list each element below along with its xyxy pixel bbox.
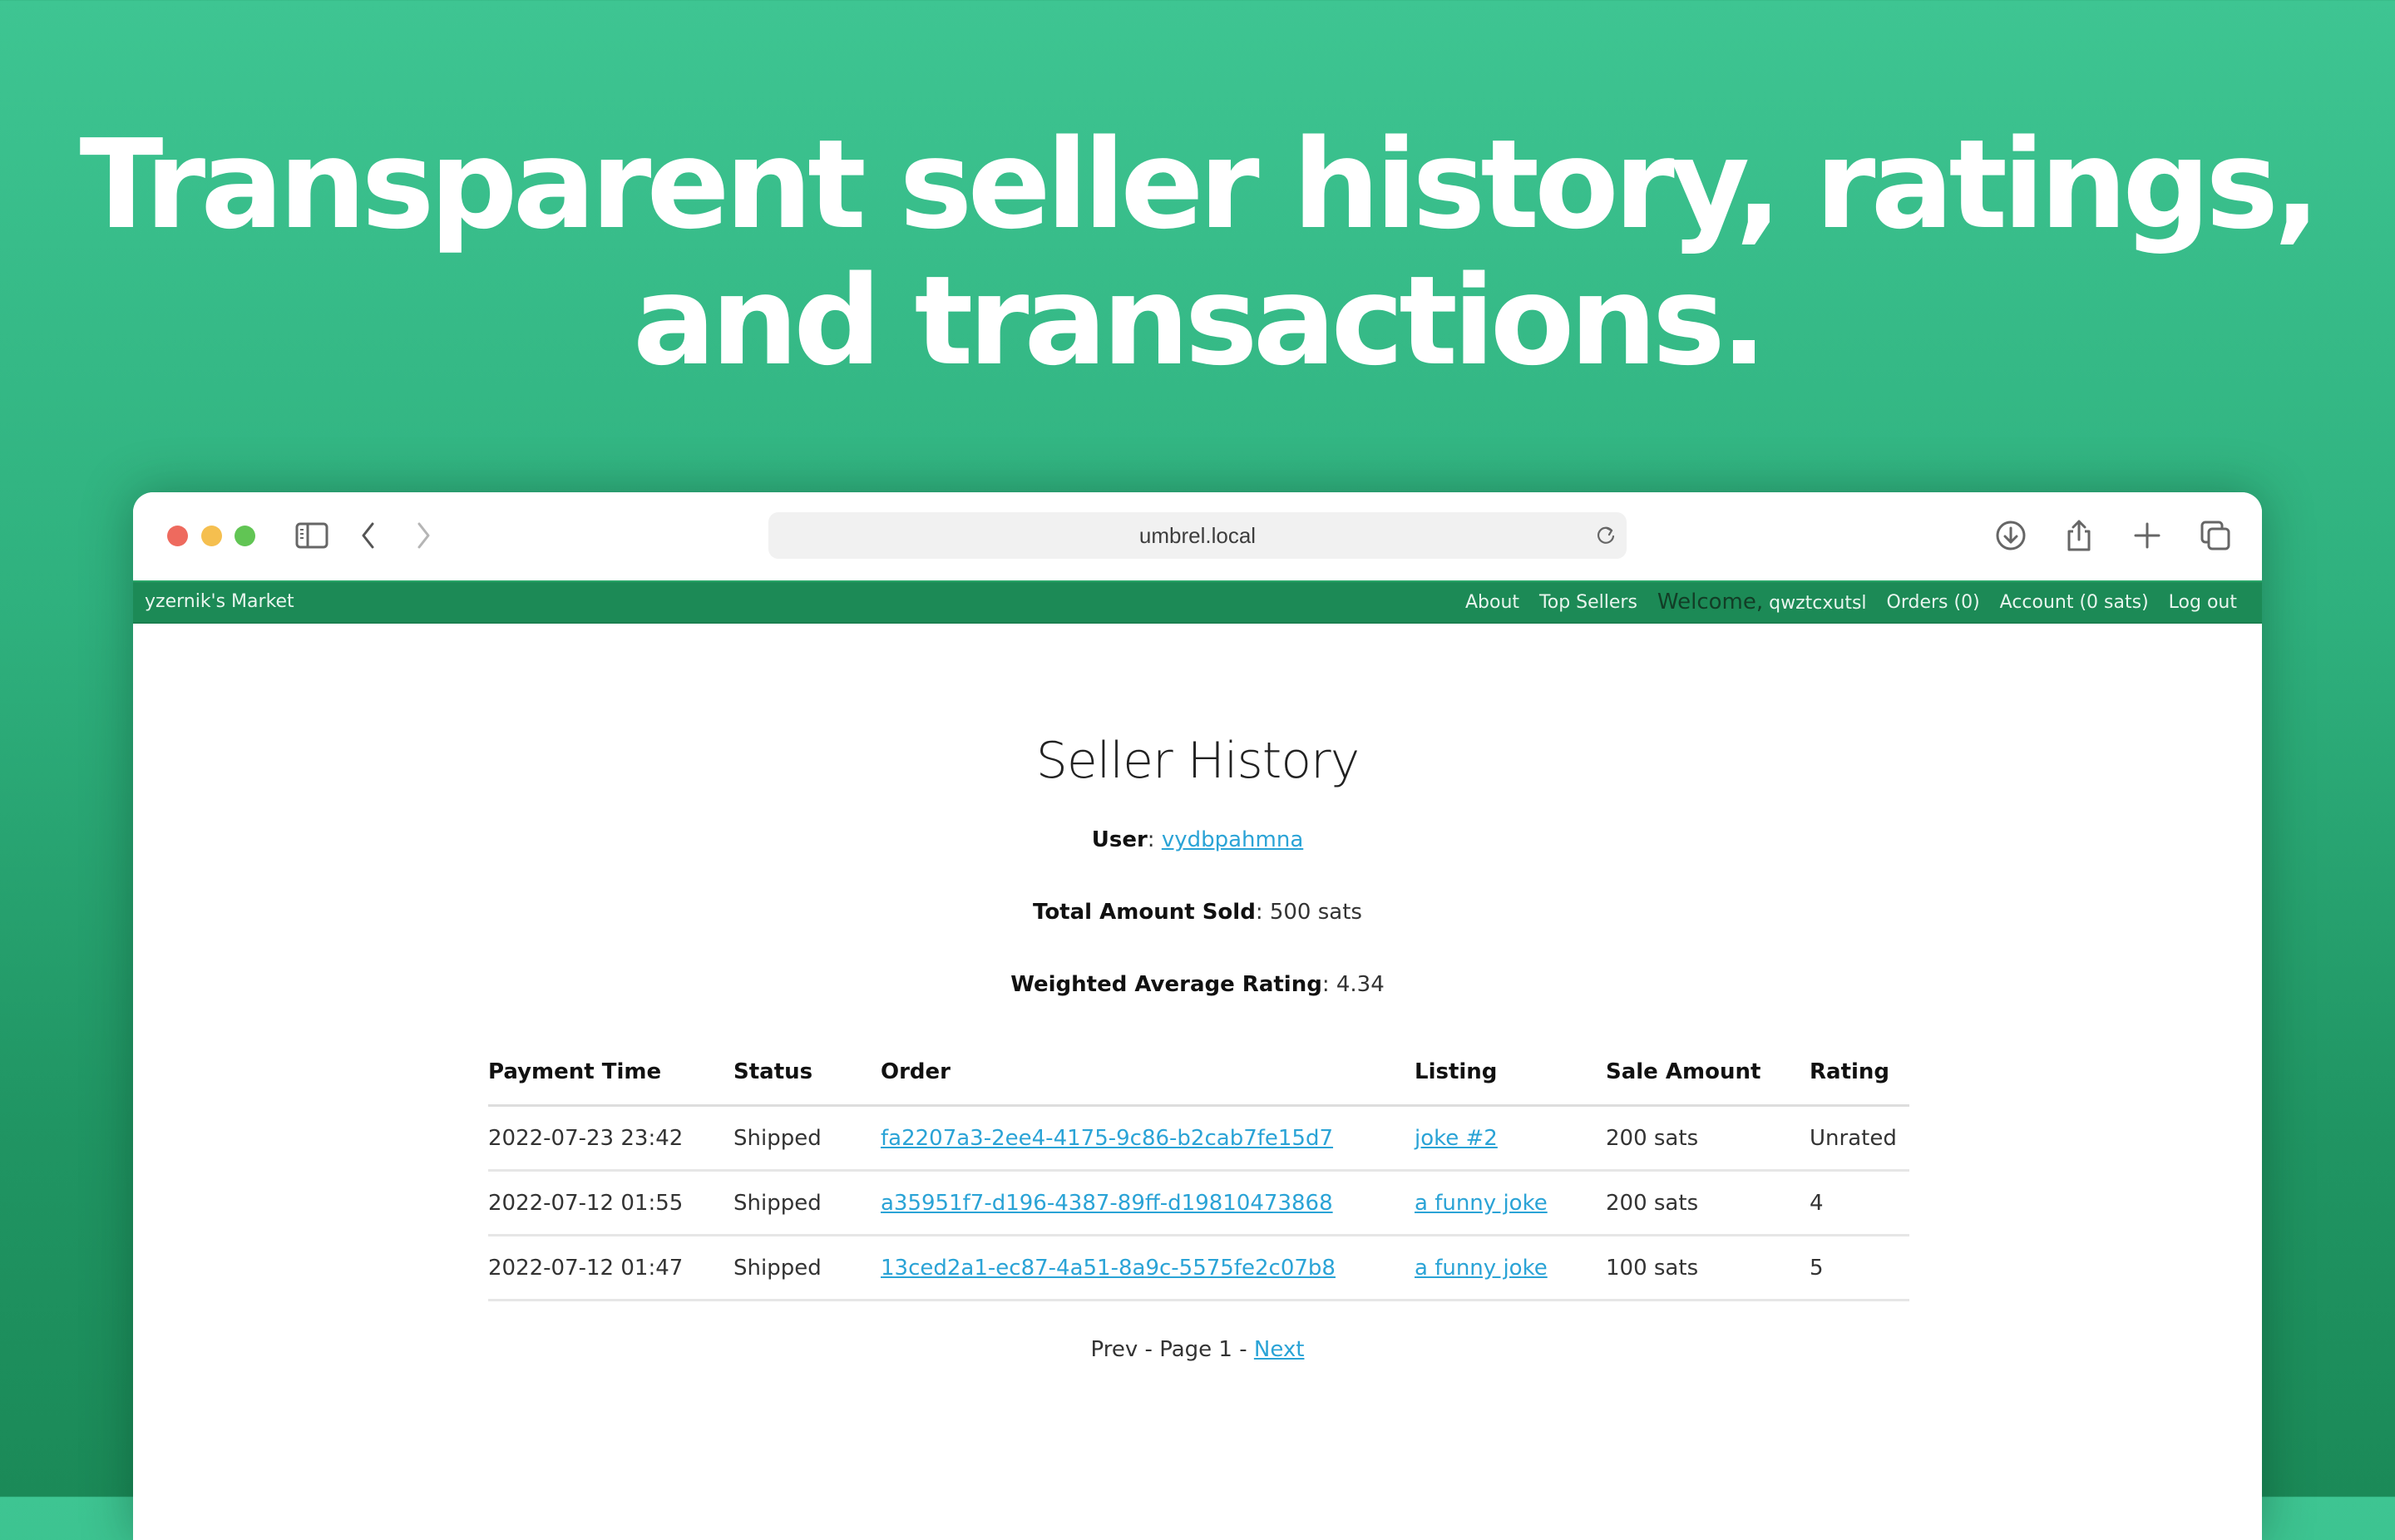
plus-icon[interactable]: [2129, 517, 2165, 554]
pager-separator: -: [1232, 1337, 1254, 1362]
listing-link[interactable]: a funny joke: [1415, 1256, 1548, 1281]
nav-top-sellers-link[interactable]: Top Sellers: [1539, 592, 1637, 613]
headline: Transparent seller history, ratings, and…: [0, 116, 2395, 389]
minimize-window-button[interactable]: [201, 526, 222, 546]
pager-next-link[interactable]: Next: [1254, 1337, 1305, 1362]
listing-link[interactable]: a funny joke: [1415, 1191, 1548, 1216]
page-title: Seller History: [1035, 732, 1360, 790]
close-window-button[interactable]: [167, 526, 188, 546]
table-row: 2022-07-12 01:55 Shipped a35951f7-d196-4…: [488, 1170, 1909, 1236]
order-link[interactable]: a35951f7-d196-4387-89ff-d19810473868: [881, 1191, 1333, 1216]
weighted-average-rating: Weighted Average Rating: 4.34: [1010, 972, 1385, 997]
headline-line-2: and transactions.: [632, 249, 1767, 392]
cell-rating: 5: [1810, 1235, 1909, 1301]
seller-history-table: Payment Time Status Order Listing Sale A…: [488, 1039, 1909, 1301]
nav-about-link[interactable]: About: [1465, 592, 1519, 613]
browser-window: umbrel.local yzernik's Market About Top …: [133, 492, 2262, 1540]
address-bar[interactable]: umbrel.local: [768, 512, 1627, 559]
pager-current-page: Page 1: [1159, 1337, 1232, 1362]
total-value: 500 sats: [1269, 900, 1362, 925]
rating-value: 4.34: [1336, 972, 1385, 997]
download-icon[interactable]: [1993, 517, 2029, 554]
browser-toolbar: umbrel.local: [133, 492, 2262, 580]
total-amount-sold: Total Amount Sold: 500 sats: [1033, 900, 1362, 925]
seller-user: User: vydbpahmna: [1091, 827, 1304, 852]
cell-rating: 4: [1810, 1170, 1909, 1236]
header-payment-time: Payment Time: [488, 1039, 733, 1107]
sidebar-icon[interactable]: [294, 517, 330, 554]
share-icon[interactable]: [2061, 517, 2097, 554]
url-text[interactable]: umbrel.local: [768, 512, 1627, 559]
cell-order: fa2207a3-2ee4-4175-9c86-b2cab7fe15d7: [881, 1105, 1415, 1172]
cell-listing: joke #2: [1415, 1105, 1606, 1172]
headline-line-1: Transparent seller history, ratings,: [79, 113, 2321, 256]
cell-sale-amount: 200 sats: [1606, 1170, 1810, 1236]
table-row: 2022-07-12 01:47 Shipped 13ced2a1-ec87-4…: [488, 1235, 1909, 1301]
table-row: 2022-07-23 23:42 Shipped fa2207a3-2ee4-4…: [488, 1105, 1909, 1172]
pagination: Prev - Page 1 - Next: [133, 1337, 2262, 1362]
nav-orders-link[interactable]: Orders (0): [1887, 592, 1980, 613]
total-label: Total Amount Sold: [1033, 900, 1256, 925]
cell-status: Shipped: [733, 1170, 881, 1236]
navbar-menu: About Top Sellers Welcome, qwztcxutsl Or…: [1465, 582, 2237, 622]
header-status: Status: [733, 1039, 881, 1107]
cell-status: Shipped: [733, 1235, 881, 1301]
cell-sale-amount: 200 sats: [1606, 1105, 1810, 1172]
header-sale-amount: Sale Amount: [1606, 1039, 1810, 1107]
header-listing: Listing: [1415, 1039, 1606, 1107]
chevron-right-icon[interactable]: [404, 517, 441, 554]
table-header-row: Payment Time Status Order Listing Sale A…: [488, 1039, 1909, 1107]
cell-order: a35951f7-d196-4387-89ff-d19810473868: [881, 1170, 1415, 1236]
cell-payment-time: 2022-07-12 01:55: [488, 1170, 733, 1236]
cell-sale-amount: 100 sats: [1606, 1235, 1810, 1301]
welcome-prefix: Welcome,: [1657, 590, 1764, 615]
chevron-left-icon[interactable]: [351, 517, 388, 554]
cell-listing: a funny joke: [1415, 1235, 1606, 1301]
page-content: Seller History User: vydbpahmna Total Am…: [133, 624, 2262, 1538]
rating-label: Weighted Average Rating: [1010, 972, 1322, 997]
site-brand-link[interactable]: yzernik's Market: [145, 582, 294, 622]
order-link[interactable]: fa2207a3-2ee4-4175-9c86-b2cab7fe15d7: [881, 1126, 1333, 1151]
tabs-overview-icon[interactable]: [2197, 517, 2234, 554]
user-label: User: [1091, 827, 1148, 852]
cell-order: 13ced2a1-ec87-4a51-8a9c-5575fe2c07b8: [881, 1235, 1415, 1301]
listing-link[interactable]: joke #2: [1415, 1126, 1498, 1151]
header-order: Order: [881, 1039, 1415, 1107]
nav-account-link[interactable]: Account (0 sats): [2000, 592, 2149, 613]
site-navbar: yzernik's Market About Top Sellers Welco…: [133, 580, 2262, 624]
zoom-window-button[interactable]: [235, 526, 255, 546]
order-link[interactable]: 13ced2a1-ec87-4a51-8a9c-5575fe2c07b8: [881, 1256, 1336, 1281]
welcome-text: Welcome, qwztcxutsl: [1657, 590, 1867, 615]
cell-status: Shipped: [733, 1105, 881, 1172]
welcome-username: qwztcxutsl: [1769, 593, 1867, 614]
cell-listing: a funny joke: [1415, 1170, 1606, 1236]
seller-user-link[interactable]: vydbpahmna: [1162, 827, 1303, 852]
cell-payment-time: 2022-07-23 23:42: [488, 1105, 733, 1172]
reload-icon[interactable]: [1595, 524, 1618, 547]
header-rating: Rating: [1810, 1039, 1909, 1107]
pager-separator: -: [1138, 1337, 1160, 1362]
pager-prev: Prev: [1090, 1337, 1138, 1362]
nav-logout-link[interactable]: Log out: [2169, 592, 2237, 613]
cell-rating: Unrated: [1810, 1105, 1909, 1172]
cell-payment-time: 2022-07-12 01:47: [488, 1235, 733, 1301]
